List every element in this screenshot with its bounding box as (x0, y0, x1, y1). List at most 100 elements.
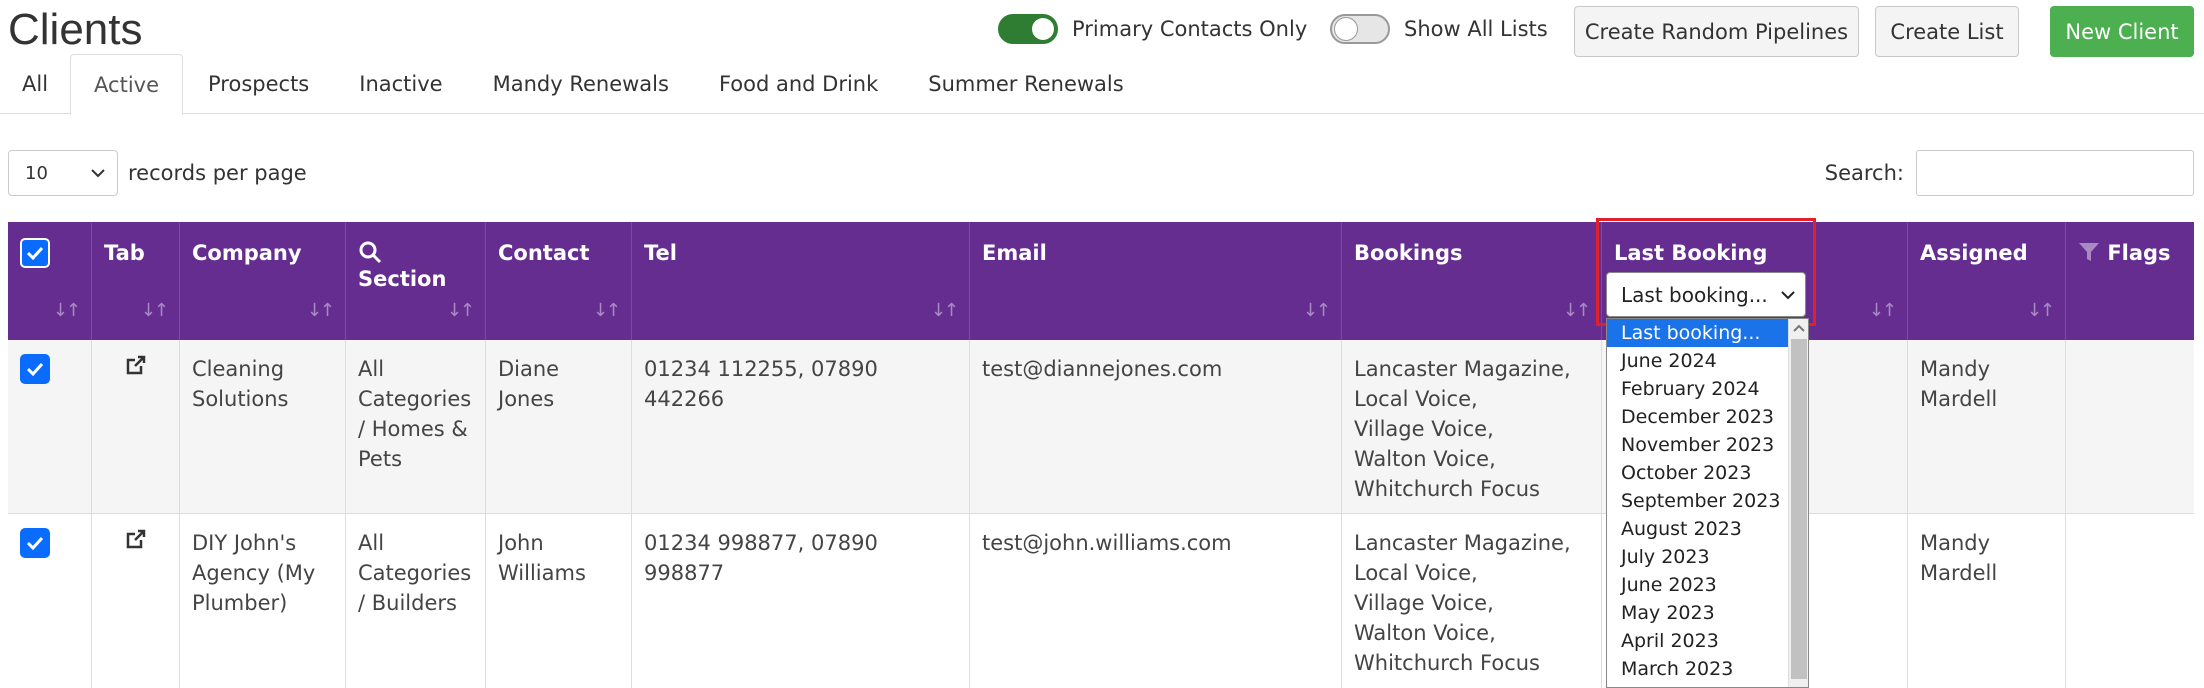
toggle-switch[interactable] (1330, 14, 1390, 44)
primary-contacts-toggle[interactable]: Primary Contacts Only (998, 14, 1307, 44)
table-row[interactable]: Cleaning Solutions All Categories / Home… (8, 340, 2194, 514)
header-email[interactable]: Email ↓↑ (970, 222, 1342, 340)
sort-icon[interactable]: ↓↑ (1869, 296, 1897, 326)
row-select-cell (8, 514, 92, 688)
dropdown-option[interactable]: July 2023 (1607, 543, 1808, 571)
filter-icon[interactable] (2078, 241, 2100, 263)
row-checkbox[interactable] (20, 528, 50, 558)
select-all-checkbox[interactable] (20, 238, 50, 268)
tab-all[interactable]: All (0, 54, 70, 114)
external-link-icon[interactable] (125, 354, 147, 376)
chevron-down-icon (91, 169, 105, 178)
dropdown-option[interactable]: November 2023 (1607, 431, 1808, 459)
tel-cell: 01234 998877, 07890 998877 (632, 514, 970, 688)
section-cell: All Categories / Builders (346, 514, 486, 688)
create-list-button[interactable]: Create List (1875, 6, 2019, 57)
tab-mandy-renewals[interactable]: Mandy Renewals (468, 54, 694, 114)
header-bookings[interactable]: Bookings ↓↑ (1342, 222, 1602, 340)
external-link-icon[interactable] (125, 528, 147, 550)
header-label: Bookings (1354, 241, 1463, 265)
header-assigned[interactable]: Assigned ↓↑ (1908, 222, 2066, 340)
header-section[interactable]: Section ↓↑ (346, 222, 486, 340)
booking-item: Whitchurch Focus (1354, 477, 1540, 501)
row-select-cell (8, 340, 92, 513)
flags-cell (2066, 514, 2194, 688)
dropdown-option[interactable]: August 2023 (1607, 515, 1808, 543)
dropdown-option[interactable]: March 2023 (1607, 655, 1808, 683)
sort-icon[interactable]: ↓↑ (53, 296, 81, 326)
dropdown-scrollbar[interactable] (1788, 319, 1808, 687)
tel-cell: 01234 112255, 07890 442266 (632, 340, 970, 513)
flags-cell (2066, 340, 2194, 513)
row-checkbox[interactable] (20, 354, 50, 384)
show-all-lists-toggle[interactable]: Show All Lists (1330, 14, 1548, 44)
tabs-bar: All Active Prospects Inactive Mandy Rene… (0, 54, 2204, 115)
email-cell: test@john.williams.com (970, 514, 1342, 688)
header-flags[interactable]: Flags (2066, 222, 2194, 340)
header-company[interactable]: Company ↓↑ (180, 222, 346, 340)
contact-cell: John Williams (486, 514, 632, 688)
header-label: Company (192, 241, 302, 265)
dropdown-option[interactable]: June 2024 (1607, 347, 1808, 375)
dropdown-option[interactable]: December 2023 (1607, 403, 1808, 431)
header-tab[interactable]: Tab ↓↑ (92, 222, 180, 340)
section-cell: All Categories / Homes & Pets (346, 340, 486, 513)
booking-item: Lancaster Magazine, (1354, 357, 1571, 381)
dropdown-option[interactable]: May 2023 (1607, 599, 1808, 627)
header-label: Contact (498, 241, 590, 265)
sort-icon[interactable]: ↓↑ (931, 296, 959, 326)
booking-item: Local Voice, (1354, 387, 1478, 411)
table-header: ↓↑ Tab ↓↑ Company ↓↑ Section ↓↑ Contact … (8, 222, 2194, 340)
header-label: Tel (644, 241, 677, 265)
search-input[interactable] (1916, 150, 2194, 196)
row-tab-cell (92, 514, 180, 688)
check-icon (26, 362, 44, 376)
last-booking-select[interactable]: Last booking... (1606, 272, 1806, 317)
sort-icon[interactable]: ↓↑ (307, 296, 335, 326)
tab-prospects[interactable]: Prospects (183, 54, 334, 114)
row-tab-cell (92, 340, 180, 513)
table-row[interactable]: DIY John's Agency (My Plumber) All Categ… (8, 514, 2194, 688)
header-contact[interactable]: Contact ↓↑ (486, 222, 632, 340)
scroll-up-icon[interactable] (1790, 321, 1808, 335)
tab-food-and-drink[interactable]: Food and Drink (694, 54, 903, 114)
dropdown-option[interactable]: September 2023 (1607, 487, 1808, 515)
dropdown-option[interactable]: February 2024 (1607, 375, 1808, 403)
booking-item: Village Voice, (1354, 591, 1494, 615)
sort-icon[interactable]: ↓↑ (447, 296, 475, 326)
toggle-switch[interactable] (998, 14, 1058, 44)
search-label: Search: (1824, 161, 1904, 185)
booking-item: Local Voice, (1354, 561, 1478, 585)
search-icon[interactable] (358, 240, 382, 264)
dropdown-option[interactable]: October 2023 (1607, 459, 1808, 487)
dropdown-option[interactable]: June 2023 (1607, 571, 1808, 599)
header-tel[interactable]: Tel ↓↑ (632, 222, 970, 340)
sort-icon[interactable]: ↓↑ (2027, 296, 2055, 326)
bookings-cell: Lancaster Magazine, Local Voice, Village… (1342, 514, 1602, 688)
tab-summer-renewals[interactable]: Summer Renewals (903, 54, 1148, 114)
sort-icon[interactable]: ↓↑ (1563, 296, 1591, 326)
sort-icon[interactable]: ↓↑ (593, 296, 621, 326)
sort-icon[interactable]: ↓↑ (141, 296, 169, 326)
scroll-thumb[interactable] (1791, 339, 1807, 679)
last-booking-dropdown-list[interactable]: Last booking... June 2024 February 2024 … (1606, 318, 1809, 688)
tab-active[interactable]: Active (70, 54, 184, 115)
records-per-page-select[interactable]: 10 (8, 150, 118, 196)
booking-item: Lancaster Magazine, (1354, 531, 1571, 555)
search-area: Search: (1825, 150, 2194, 196)
booking-item: Walton Voice, (1354, 621, 1496, 645)
dropdown-option[interactable]: Last booking... (1607, 319, 1789, 347)
header-select-all[interactable]: ↓↑ (8, 222, 92, 340)
company-cell: Cleaning Solutions (180, 340, 346, 513)
assigned-cell: Mandy Mardell (1908, 340, 2066, 513)
toggle-label: Show All Lists (1404, 17, 1548, 41)
contact-cell: Diane Jones (486, 340, 632, 513)
tab-inactive[interactable]: Inactive (334, 54, 467, 114)
page-title: Clients (8, 5, 143, 54)
dropdown-option[interactable]: April 2023 (1607, 627, 1808, 655)
create-random-pipelines-button[interactable]: Create Random Pipelines (1574, 6, 1859, 57)
sort-icon[interactable]: ↓↑ (1303, 296, 1331, 326)
header-label: Flags (2107, 241, 2171, 265)
new-client-button[interactable]: New Client (2050, 6, 2194, 57)
toggle-label: Primary Contacts Only (1072, 17, 1308, 41)
